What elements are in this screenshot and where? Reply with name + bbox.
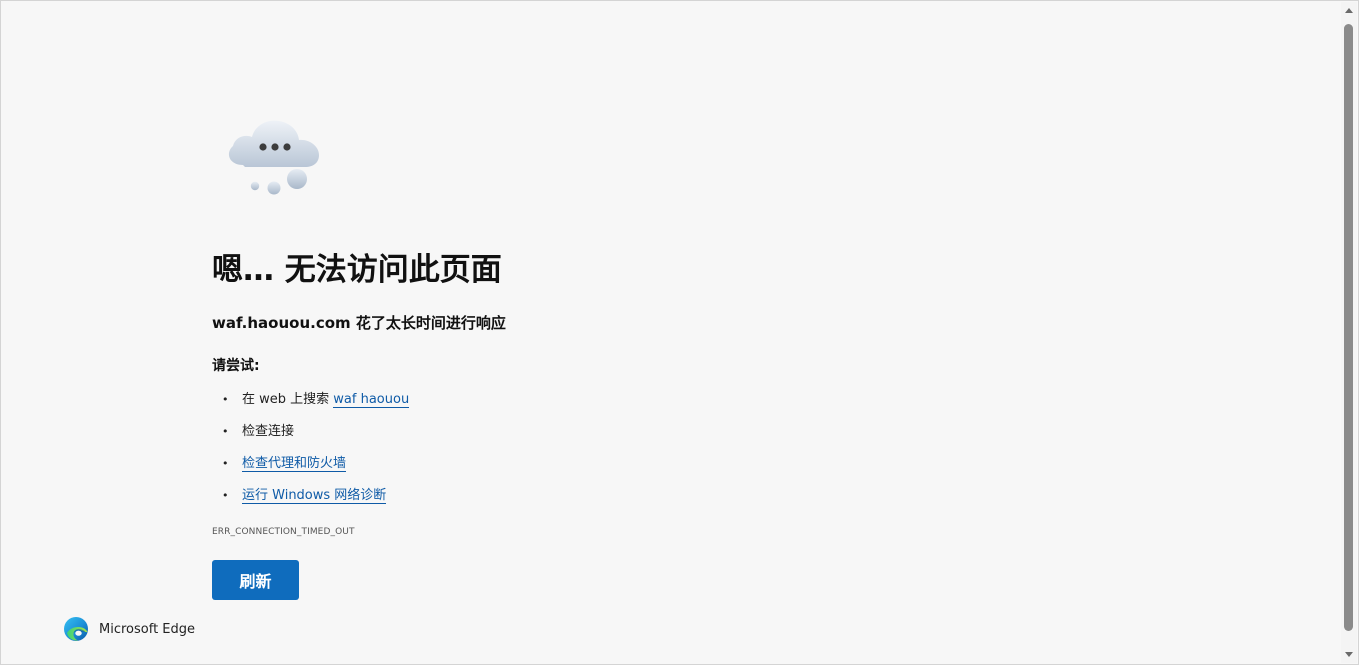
suggestion-item: • 在 web 上搜索 waf haouou [212, 391, 410, 409]
timeout-message: 花了太长时间进行响应 [355, 314, 506, 332]
error-message: waf.haouou.com 花了太长时间进行响应 [212, 312, 506, 334]
scrollbar-thumb[interactable] [1344, 24, 1353, 631]
suggestion-item: • 运行 Windows 网络诊断 [212, 487, 387, 505]
try-label: 请尝试: [212, 358, 260, 374]
edge-logo-icon [64, 617, 88, 641]
bullet-icon: • [222, 489, 229, 502]
page-title: 嗯… 无法访问此页面 [212, 252, 502, 288]
scroll-up-arrow-icon[interactable] [1345, 8, 1353, 13]
suggestion-item: • 检查连接 [212, 423, 294, 441]
browser-viewport: 嗯… 无法访问此页面 waf.haouou.com 花了太长时间进行响应 请尝试… [0, 0, 1359, 665]
thinking-cloud-icon [228, 120, 319, 195]
bullet-icon: • [222, 393, 229, 406]
search-web-link[interactable]: waf haouou [333, 392, 410, 408]
check-connection-text: 检查连接 [242, 424, 295, 439]
bullet-icon: • [222, 457, 229, 470]
vertical-scrollbar[interactable] [1341, 2, 1357, 663]
suggestion-text: 在 web 上搜索 [242, 392, 334, 407]
refresh-button[interactable]: 刷新 [212, 560, 299, 600]
bullet-icon: • [222, 425, 229, 438]
brand-name: Microsoft Edge [99, 621, 196, 637]
error-code: ERR_CONNECTION_TIMED_OUT [212, 527, 355, 537]
scroll-down-arrow-icon[interactable] [1345, 652, 1353, 657]
suggestion-item: • 检查代理和防火墙 [212, 455, 347, 473]
brand-footer: Microsoft Edge [63, 616, 195, 642]
check-proxy-firewall-link[interactable]: 检查代理和防火墙 [242, 456, 347, 472]
network-diagnostics-link[interactable]: 运行 Windows 网络诊断 [242, 488, 387, 504]
host-name: waf.haouou.com [212, 314, 351, 332]
